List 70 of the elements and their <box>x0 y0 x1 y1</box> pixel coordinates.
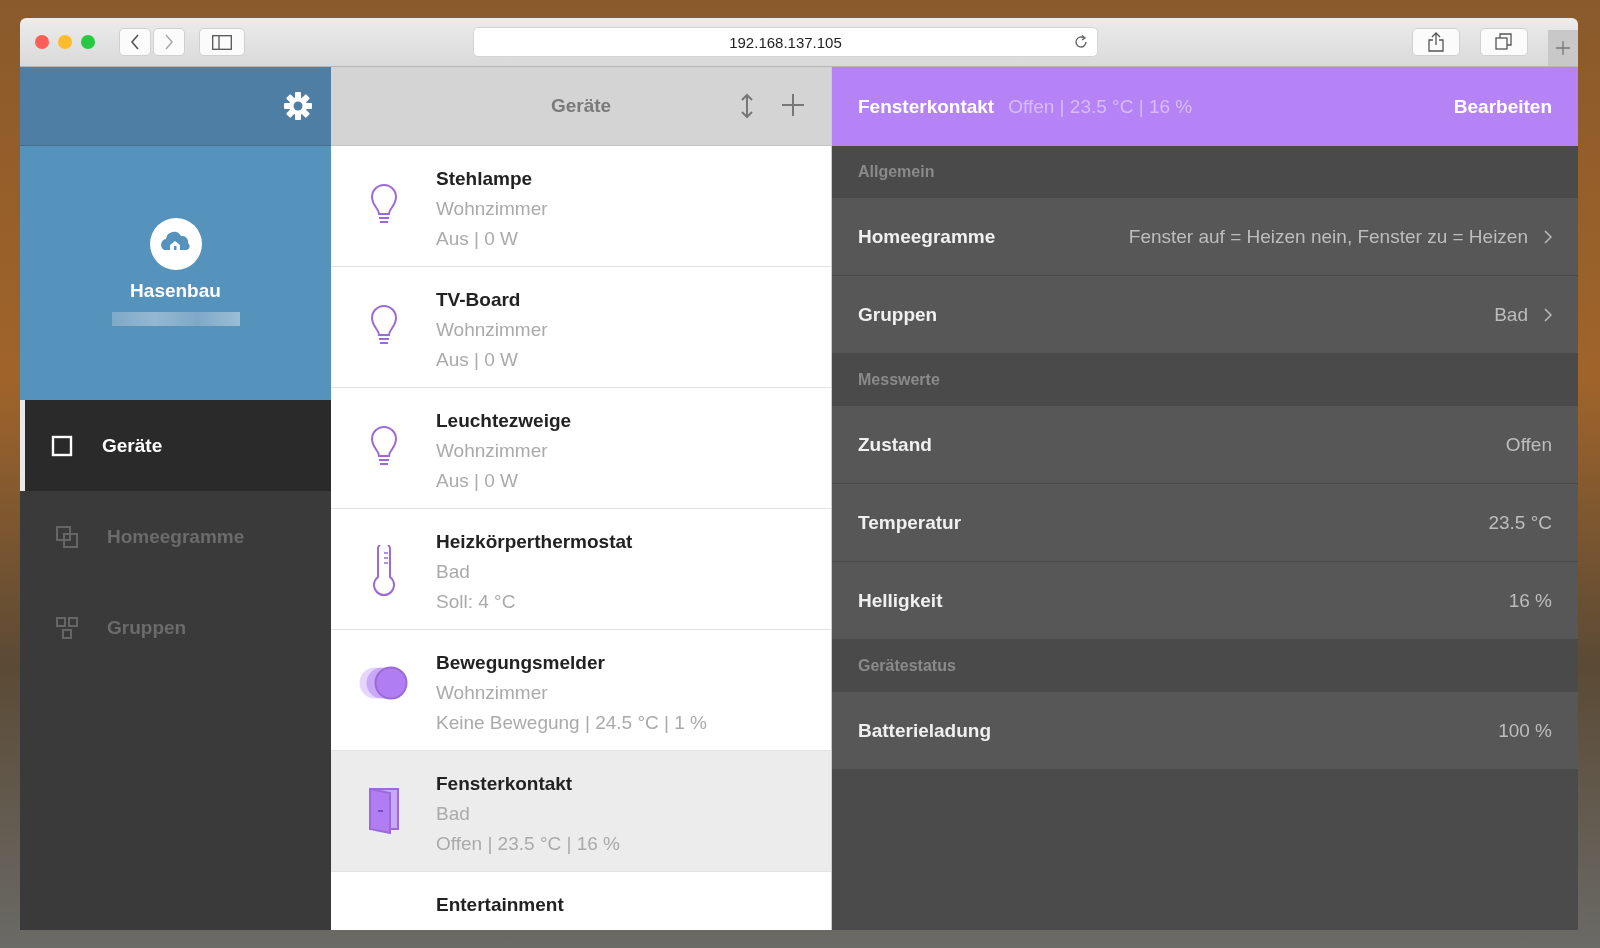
square-icon <box>51 434 73 457</box>
zoom-button[interactable] <box>81 35 95 49</box>
row-label: Homeegramme <box>858 225 996 248</box>
row-value: Bad <box>1494 303 1528 326</box>
device-name: Bewegungsmelder <box>436 652 606 674</box>
overlapping-circles-icon <box>357 666 410 702</box>
device-status: Soll: 4 °C <box>436 591 517 613</box>
sidebar-item-label: Geräte <box>102 434 163 457</box>
device-row[interactable]: Fensterkontakt Bad Offen | 23.5 °C | 16 % <box>331 751 831 872</box>
row-value: 23.5 °C <box>1488 511 1552 534</box>
url-text: 192.168.137.105 <box>729 33 842 51</box>
device-name: Leuchtezweige <box>436 410 572 432</box>
row-value: Fenster auf = Heizen nein, Fenster zu = Heizen <box>1128 225 1528 248</box>
device-room: Bad <box>436 803 471 825</box>
sidebar-item[interactable]: Geräte <box>20 400 331 491</box>
lightbulb-icon <box>368 424 399 466</box>
row-label: Helligkeit <box>858 589 943 612</box>
device-status: Aus | 0 W <box>436 349 519 371</box>
list-title: Geräte <box>550 95 612 117</box>
row-label: Temperatur <box>858 511 962 534</box>
door-icon <box>366 787 401 835</box>
detail-summary: Offen | 23.5 °C | 16 % <box>1008 95 1193 118</box>
sidebar-toggle-button[interactable] <box>199 28 245 56</box>
device-room: Wohnzimmer <box>436 440 549 462</box>
row-label: Zustand <box>858 433 932 456</box>
device-name: Fensterkontakt <box>436 773 574 795</box>
share-button[interactable] <box>1412 28 1460 56</box>
sort-icon[interactable] <box>739 93 755 119</box>
row-value: 100 % <box>1498 719 1552 742</box>
device-room: Wohnzimmer <box>436 198 548 220</box>
chevron-left-icon <box>130 34 140 50</box>
row-value: 16 % <box>1508 589 1552 612</box>
device-name: Stehlampe <box>436 168 534 190</box>
row-value: Offen <box>1505 433 1552 456</box>
device-name: Entertainment <box>436 894 564 916</box>
settings-icon[interactable] <box>283 91 313 121</box>
chevron-right-icon <box>1544 307 1552 322</box>
tabs-button[interactable] <box>1480 28 1528 56</box>
tabs-icon <box>1495 33 1513 51</box>
reload-icon[interactable] <box>1073 34 1089 50</box>
device-room: Wohnzimmer <box>436 682 549 704</box>
device-status: Keine Bewegung | 24.5 °C | 1 % <box>436 712 707 734</box>
row-label: Batterieladung <box>858 719 992 742</box>
detail-row[interactable]: Gruppen Bad <box>832 276 1578 354</box>
add-icon[interactable] <box>781 93 805 117</box>
overlapping-squares-icon <box>56 525 78 548</box>
detail-title: Fensterkontakt <box>858 95 995 118</box>
new-tab-button[interactable] <box>1548 30 1578 66</box>
device-status: Offen | 23.5 °C | 16 % <box>436 833 620 855</box>
cloud-home-icon <box>149 218 202 270</box>
sidebar-icon <box>212 34 232 50</box>
squares-icon <box>56 616 78 639</box>
plus-icon <box>1555 40 1571 56</box>
address-field[interactable]: 192.168.137.105 <box>473 27 1098 57</box>
device-status: Aus | 0 W <box>436 228 519 250</box>
device-room: Wohnzimmer <box>436 319 548 341</box>
device-status: Aus | 0 W <box>436 470 519 492</box>
device-name: TV-Board <box>436 289 522 311</box>
account-name: Hasenbau <box>130 280 221 302</box>
row-label: Gruppen <box>858 303 938 326</box>
device-room: Bad <box>436 561 471 583</box>
share-icon <box>1428 32 1444 52</box>
chevron-right-icon <box>1544 229 1552 244</box>
lightbulb-icon <box>368 182 399 224</box>
chevron-right-icon <box>164 34 174 50</box>
lightbulb-icon <box>368 303 399 345</box>
detail-row[interactable]: Homeegramme Fenster auf = Heizen nein, Fenster zu = Heizen <box>832 198 1578 276</box>
back-button[interactable] <box>119 28 151 56</box>
close-button[interactable] <box>35 35 49 49</box>
device-name: Heizkörperthermostat <box>436 531 633 553</box>
